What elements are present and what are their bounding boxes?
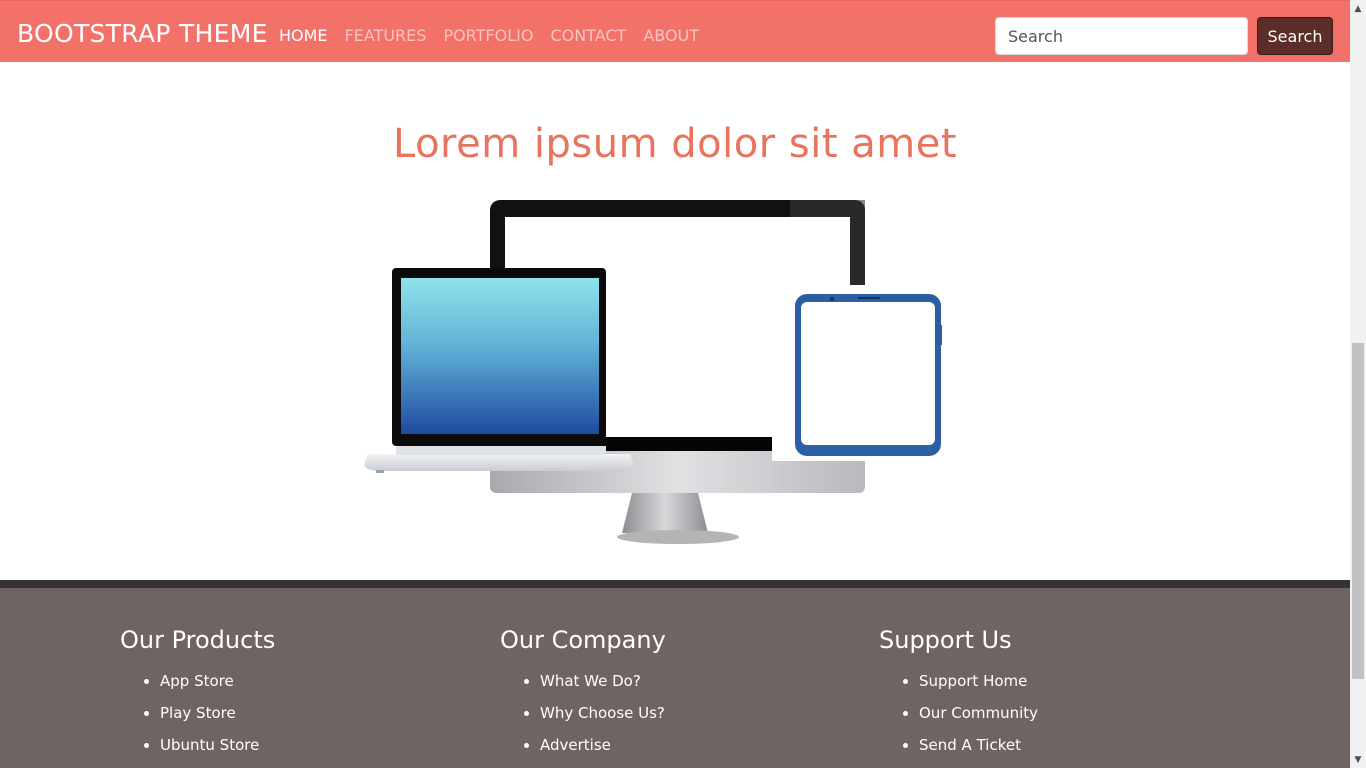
tablet-icon: [772, 285, 942, 461]
nav-item-home[interactable]: HOME: [279, 25, 328, 47]
footer-column-support: Support Us Support Home Our Community Se…: [879, 623, 1038, 761]
page: BOOTSTRAP THEME HOME FEATURES PORTFOLIO …: [0, 0, 1350, 768]
hero-title: Lorem ipsum dolor sit amet: [392, 121, 957, 167]
scroll-down-arrow-icon[interactable]: ▼: [1350, 751, 1366, 768]
footer-border: [0, 580, 1350, 588]
footer-link-play-store[interactable]: Play Store: [160, 697, 275, 729]
search-input[interactable]: [995, 17, 1248, 55]
footer-column-company: Our Company What We Do? Why Choose Us? A…: [500, 623, 666, 761]
footer-list-products: App Store Play Store Ubuntu Store: [120, 665, 275, 761]
nav-item-portfolio[interactable]: PORTFOLIO: [443, 25, 533, 47]
footer-link-our-community[interactable]: Our Community: [919, 697, 1038, 729]
footer-link-send-a-ticket[interactable]: Send A Ticket: [919, 729, 1038, 761]
laptop-icon: [364, 268, 634, 473]
footer-column-products: Our Products App Store Play Store Ubuntu…: [120, 623, 275, 761]
footer-heading-products: Our Products: [120, 626, 276, 654]
footer-list-company: What We Do? Why Choose Us? Advertise: [500, 665, 666, 761]
scroll-thumb[interactable]: [1352, 343, 1364, 679]
nav-menu: HOME FEATURES PORTFOLIO CONTACT ABOUT: [279, 25, 716, 47]
scroll-up-arrow-icon[interactable]: ▲: [1350, 0, 1366, 17]
nav-item-about[interactable]: ABOUT: [643, 25, 699, 47]
navbar: BOOTSTRAP THEME HOME FEATURES PORTFOLIO …: [0, 0, 1350, 62]
page-scrollbar[interactable]: ▲ ▼: [1350, 0, 1366, 768]
footer: Our Products App Store Play Store Ubuntu…: [0, 588, 1350, 768]
nav-item-features[interactable]: FEATURES: [345, 25, 427, 47]
search-button[interactable]: Search: [1257, 17, 1333, 55]
footer-link-support-home[interactable]: Support Home: [919, 665, 1038, 697]
footer-list-support: Support Home Our Community Send A Ticket: [879, 665, 1038, 761]
footer-link-advertise[interactable]: Advertise: [540, 729, 666, 761]
footer-link-app-store[interactable]: App Store: [160, 665, 275, 697]
footer-link-ubuntu-store[interactable]: Ubuntu Store: [160, 729, 275, 761]
footer-heading-company: Our Company: [500, 626, 666, 654]
nav-item-contact[interactable]: CONTACT: [550, 25, 626, 47]
footer-link-why-choose-us[interactable]: Why Choose Us?: [540, 697, 666, 729]
footer-link-what-we-do[interactable]: What We Do?: [540, 665, 666, 697]
brand-logo[interactable]: BOOTSTRAP THEME: [17, 18, 268, 50]
footer-heading-support: Support Us: [879, 626, 1012, 654]
devices-illustration: [364, 200, 942, 544]
